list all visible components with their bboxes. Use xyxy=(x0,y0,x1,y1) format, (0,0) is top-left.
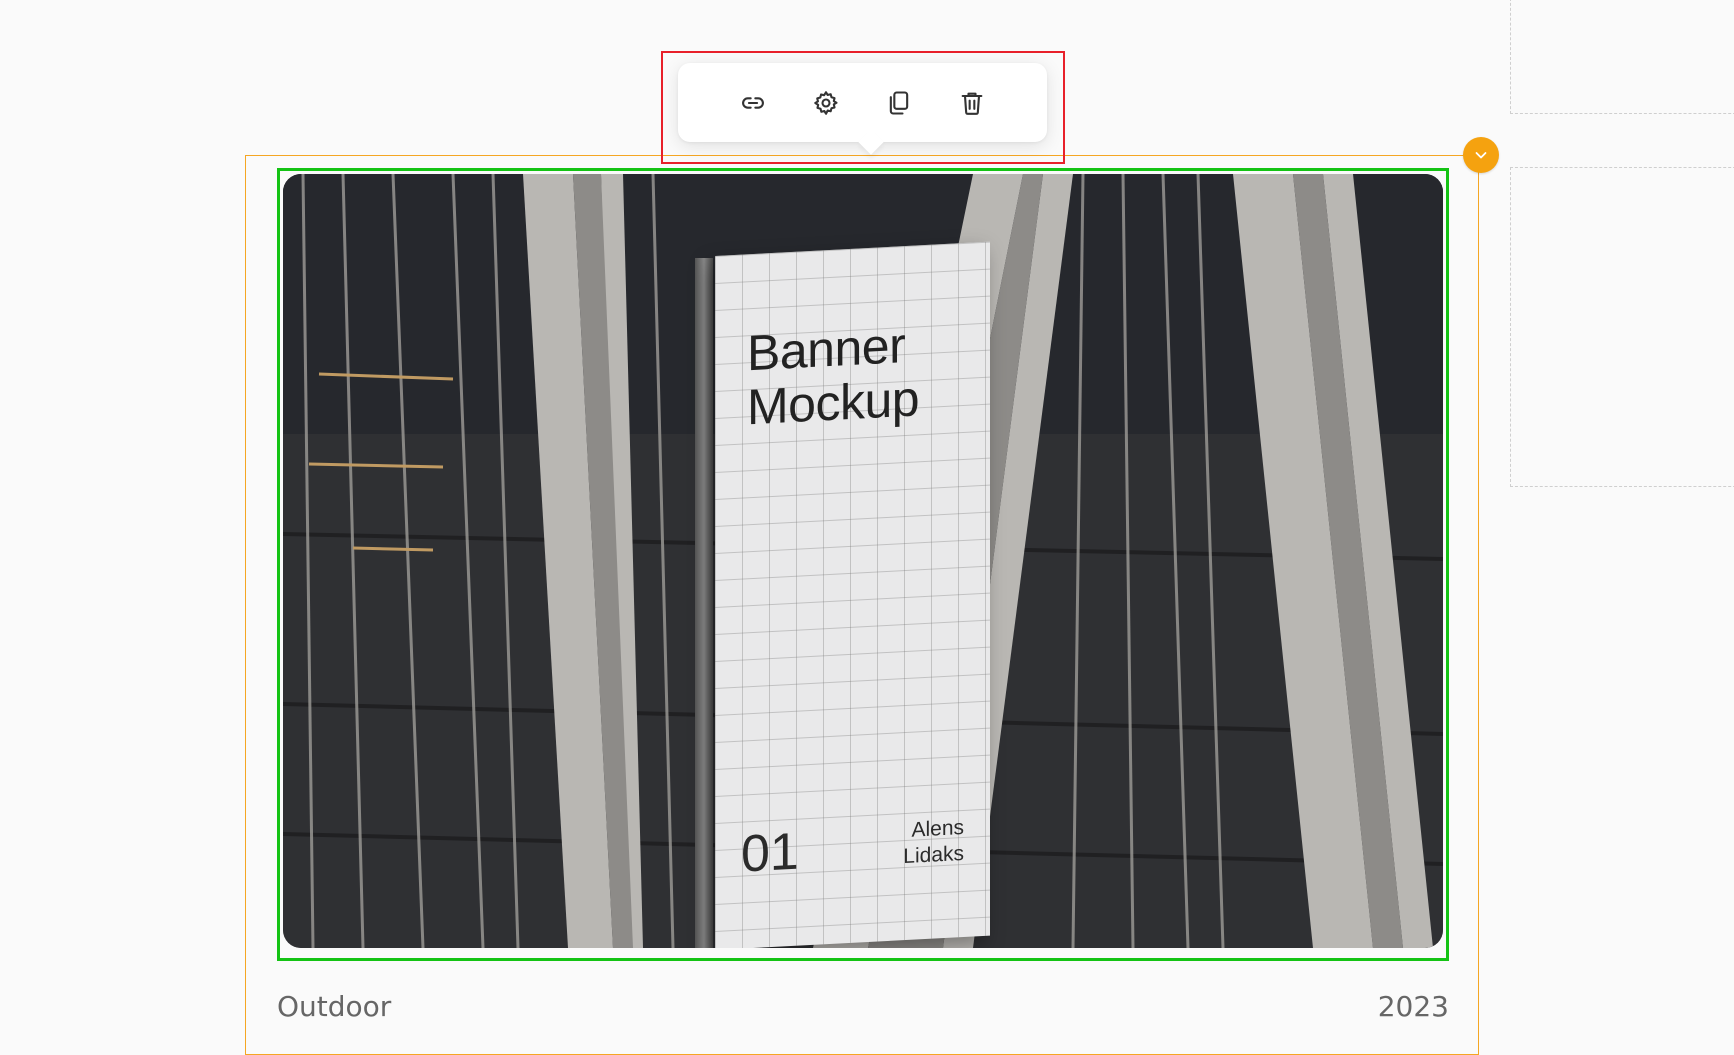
placeholder-slot xyxy=(1510,167,1734,487)
card-caption: Outdoor 2023 xyxy=(277,990,1449,1023)
banner-author-line: Lidaks xyxy=(903,841,964,869)
banner-number: 01 xyxy=(741,822,799,884)
placeholder-slot xyxy=(1510,0,1734,114)
project-year: 2023 xyxy=(1377,990,1449,1023)
project-category: Outdoor xyxy=(277,990,392,1023)
collapse-toggle-button[interactable] xyxy=(1463,137,1499,173)
banner-mockup: Banner Mockup 01 Alens Lidaks xyxy=(715,241,990,948)
banner-author: Alens Lidaks xyxy=(903,815,964,870)
banner-title: Banner Mockup xyxy=(747,317,920,436)
project-image[interactable]: Banner Mockup 01 Alens Lidaks xyxy=(283,174,1443,948)
image-selection-frame: Banner Mockup 01 Alens Lidaks xyxy=(277,168,1449,961)
toolbar-highlight-box xyxy=(661,51,1065,164)
chevron-down-icon xyxy=(1475,152,1487,159)
banner-title-line: Mockup xyxy=(747,370,920,436)
banner-author-line: Alens xyxy=(911,815,964,842)
flag-pole xyxy=(695,258,713,948)
